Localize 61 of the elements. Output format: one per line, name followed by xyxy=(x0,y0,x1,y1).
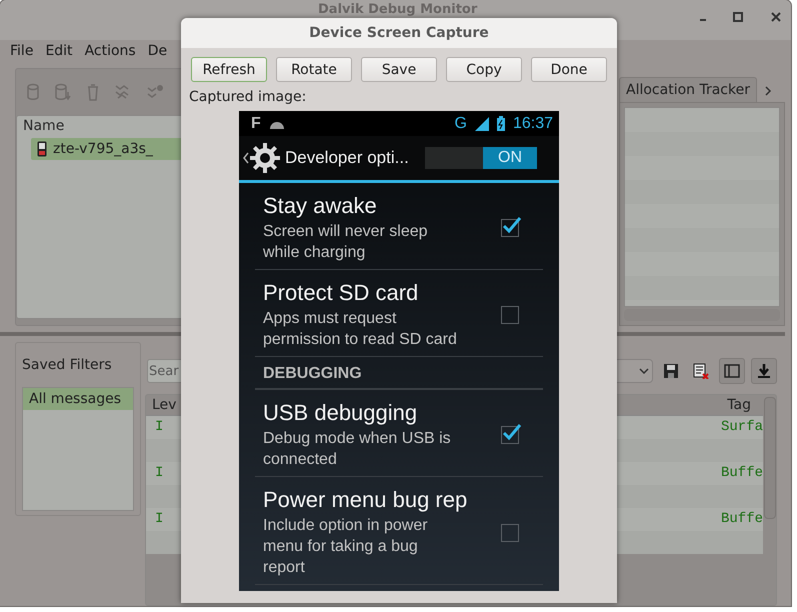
setting-title: Stay awake xyxy=(263,193,378,219)
checkbox[interactable] xyxy=(501,524,519,542)
setting-summary: Screen will never sleep while charging xyxy=(263,222,429,263)
network-text: G xyxy=(454,114,467,132)
column-header: Lev xyxy=(152,397,176,413)
screen-title: Developer opti... xyxy=(285,148,410,168)
clock-text: 16:37 xyxy=(512,114,553,132)
dialog-button[interactable]: Rotate xyxy=(276,57,352,82)
menu-item[interactable]: File xyxy=(10,43,34,59)
panel-toggle-button[interactable] xyxy=(719,358,745,384)
table-cell-text: I xyxy=(155,418,164,437)
table-cell-text: I xyxy=(155,464,164,483)
table-cell-text: Surfa xyxy=(720,418,763,437)
maximize-icon[interactable] xyxy=(733,12,743,22)
document-x-icon xyxy=(693,363,709,379)
download-icon xyxy=(757,363,771,379)
menu-item[interactable]: De xyxy=(148,43,168,59)
dialog-button[interactable]: Copy xyxy=(446,57,522,82)
menu-item[interactable]: Edit xyxy=(45,43,73,59)
menu-item[interactable]: Actions xyxy=(84,43,136,59)
scroll-lock-button[interactable] xyxy=(751,358,777,384)
setting-title: Power menu bug rep xyxy=(263,487,468,513)
dialog-button[interactable]: Save xyxy=(361,57,437,82)
close-icon[interactable] xyxy=(771,12,781,22)
setting-row[interactable]: Stay awake Screen will never sleep while charging xyxy=(255,183,543,270)
toggle-switch[interactable]: ON xyxy=(425,147,537,169)
setting-row[interactable]: Protect SD card Apps must request permission to read SD card xyxy=(255,270,543,357)
battery-icon xyxy=(496,116,505,131)
setting-summary: Apps must request permission to read SD card xyxy=(263,309,458,350)
window-title: Dalvik Debug Monitor xyxy=(318,2,478,17)
tab[interactable]: Allocation Tracker xyxy=(619,77,757,102)
checkbox[interactable] xyxy=(501,219,519,237)
setting-row[interactable]: USB debugging Debug mode when USB is connected xyxy=(255,390,543,477)
column-header: Tag xyxy=(727,397,751,413)
dialog-title: Device Screen Capture xyxy=(309,25,489,41)
setting-title: USB debugging xyxy=(263,400,418,426)
table-cell-text: Buffe xyxy=(720,510,763,529)
table-cell-text: Buffe xyxy=(720,464,763,483)
notification-text: F xyxy=(251,114,261,132)
phone-icon xyxy=(37,141,47,157)
gear-icon xyxy=(249,142,281,174)
setting-summary: Include option in power menu for taking a bug report xyxy=(263,516,429,578)
filter-item[interactable]: All messages xyxy=(23,388,133,410)
dialog-button[interactable]: Refresh xyxy=(191,57,267,82)
panel-title: Saved Filters xyxy=(22,357,113,373)
section-header: DEBUGGING xyxy=(255,357,543,390)
chevron-left-icon[interactable] xyxy=(243,152,249,164)
checkbox[interactable] xyxy=(501,306,519,324)
table-cell-text: I xyxy=(155,510,164,529)
setting-row[interactable]: Power menu bug rep Include option in power menu for taking a bug report xyxy=(255,477,543,585)
checkbox[interactable] xyxy=(501,426,519,444)
chevron-down-icon xyxy=(639,368,649,374)
chevron-right-icon[interactable] xyxy=(764,86,772,96)
dialog-button[interactable]: Done xyxy=(531,57,607,82)
sidebar-icon xyxy=(724,364,740,378)
caption: Captured image: xyxy=(189,89,308,105)
setting-summary: Debug mode when USB is connected xyxy=(263,429,452,470)
floppy-icon xyxy=(663,363,679,379)
column-header: Name xyxy=(22,117,64,136)
signal-icon xyxy=(474,116,489,130)
setting-title: Protect SD card xyxy=(263,280,420,306)
